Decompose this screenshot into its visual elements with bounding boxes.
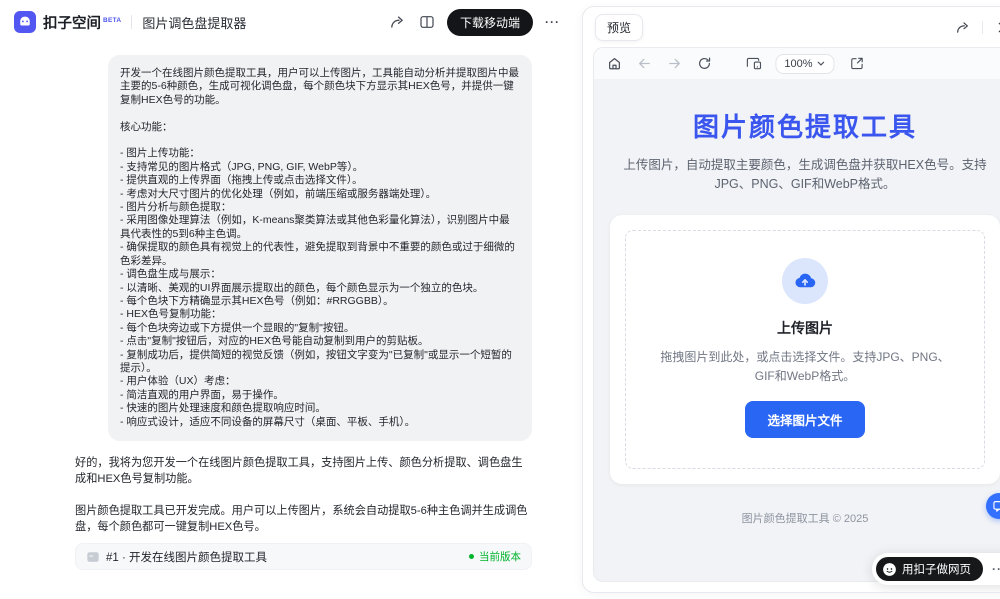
page-subtitle: 上传图片，自动提取主要颜色，生成调色盘并获取HEX色号。支持JPG、PNG、GI… [610,156,1000,194]
header-divider [131,15,132,29]
version-label: #1 · 开发在线图片颜色提取工具 [106,549,469,565]
build-with-coze-button[interactable]: 用扣子做网页 [876,557,983,581]
forward-button[interactable] [662,52,686,76]
chat-bubble-icon [992,499,1000,513]
version-status-text: 当前版本 [479,549,521,564]
preview-share-button[interactable] [950,15,974,39]
responsive-mode-button[interactable] [741,52,765,76]
share-icon [955,20,970,35]
app-header: 扣子空间BETA 图片调色盘提取器 下载移动端 ··· [0,0,578,44]
preview-header: 预览 [583,7,1000,47]
split-view-icon [419,14,435,30]
back-button[interactable] [632,52,656,76]
preview-panel: 预览 [578,0,1000,599]
chat-panel: 扣子空间BETA 图片调色盘提取器 下载移动端 ··· 开发一个在线图片颜色提取… [0,0,578,599]
upload-dropzone[interactable]: 上传图片 拖拽图片到此处，或点击选择文件。支持JPG、PNG、GIF和WebP格… [625,230,985,469]
cloud-upload-icon [793,269,817,293]
upload-icon-circle [782,258,828,304]
close-preview-button[interactable] [991,15,1000,39]
open-in-new-window-button[interactable] [845,52,869,76]
version-status-badge: 当前版本 [469,549,521,564]
page-title: 图片颜色提取工具 [610,107,1000,144]
home-icon [607,56,622,71]
tab-preview[interactable]: 预览 [595,14,643,41]
panel-toggle-button[interactable] [415,10,439,34]
upload-heading: 上传图片 [646,318,964,338]
close-icon [997,21,1000,34]
share-button[interactable] [385,10,409,34]
open-in-new-icon [849,56,864,71]
refresh-icon [697,56,712,71]
upload-card: 上传图片 拖拽图片到此处，或点击选择文件。支持JPG、PNG、GIF和WebP格… [610,215,1000,484]
header-more-button[interactable]: ··· [541,15,564,29]
home-button[interactable] [602,52,626,76]
browser-toolbar: 100% [594,48,1000,79]
project-title: 图片调色盘提取器 [142,13,246,32]
zoom-level-value: 100% [784,58,812,70]
forward-arrow-icon [667,56,682,71]
refresh-button[interactable] [692,52,716,76]
user-message: 开发一个在线图片颜色提取工具，用户可以上传图片，工具能自动分析并提取图片中最主要… [108,55,532,441]
choose-file-button[interactable]: 选择图片文件 [745,401,864,438]
app-root: 扣子空间BETA 图片调色盘提取器 下载移动端 ··· 开发一个在线图片颜色提取… [0,0,1000,599]
beta-badge: BETA [103,17,121,24]
brand-name: 扣子空间BETA [43,12,121,33]
page-footer: 图片颜色提取工具 © 2025 [610,510,1000,526]
download-mobile-button[interactable]: 下载移动端 [447,9,533,36]
preview-page: 图片颜色提取工具 上传图片，自动提取主要颜色，生成调色盘并获取HEX色号。支持J… [594,79,1000,581]
version-file-icon [86,550,100,564]
browser-viewport: 100% 图片颜色提 [593,47,1000,582]
coze-space-logo-icon [14,11,36,33]
coze-promo-bar: 用扣子做网页 ··· [872,553,1000,585]
version-card[interactable]: #1 · 开发在线图片颜色提取工具 当前版本 [75,543,532,570]
coze-bar-more-button[interactable]: ··· [983,562,1000,576]
coze-logo-icon [882,562,897,577]
responsive-devices-icon [745,56,762,71]
share-icon [389,14,405,30]
chat-thread: 开发一个在线图片颜色提取工具，用户可以上传图片，工具能自动分析并提取图片中最主要… [0,44,578,599]
preview-header-divider [982,21,983,34]
current-version-dot [469,554,474,559]
build-with-coze-label: 用扣子做网页 [902,561,971,577]
assistant-message: 好的，我将为您开发一个在线图片颜色提取工具，支持图片上传、颜色分析提取、调色盘生… [75,455,532,535]
preview-card: 预览 [582,6,1000,593]
back-arrow-icon [637,56,652,71]
zoom-level-dropdown[interactable]: 100% [775,54,834,74]
chevron-down-icon [817,59,826,68]
upload-description: 拖拽图片到此处，或点击选择文件。支持JPG、PNG、GIF和WebP格式。 [654,348,956,386]
